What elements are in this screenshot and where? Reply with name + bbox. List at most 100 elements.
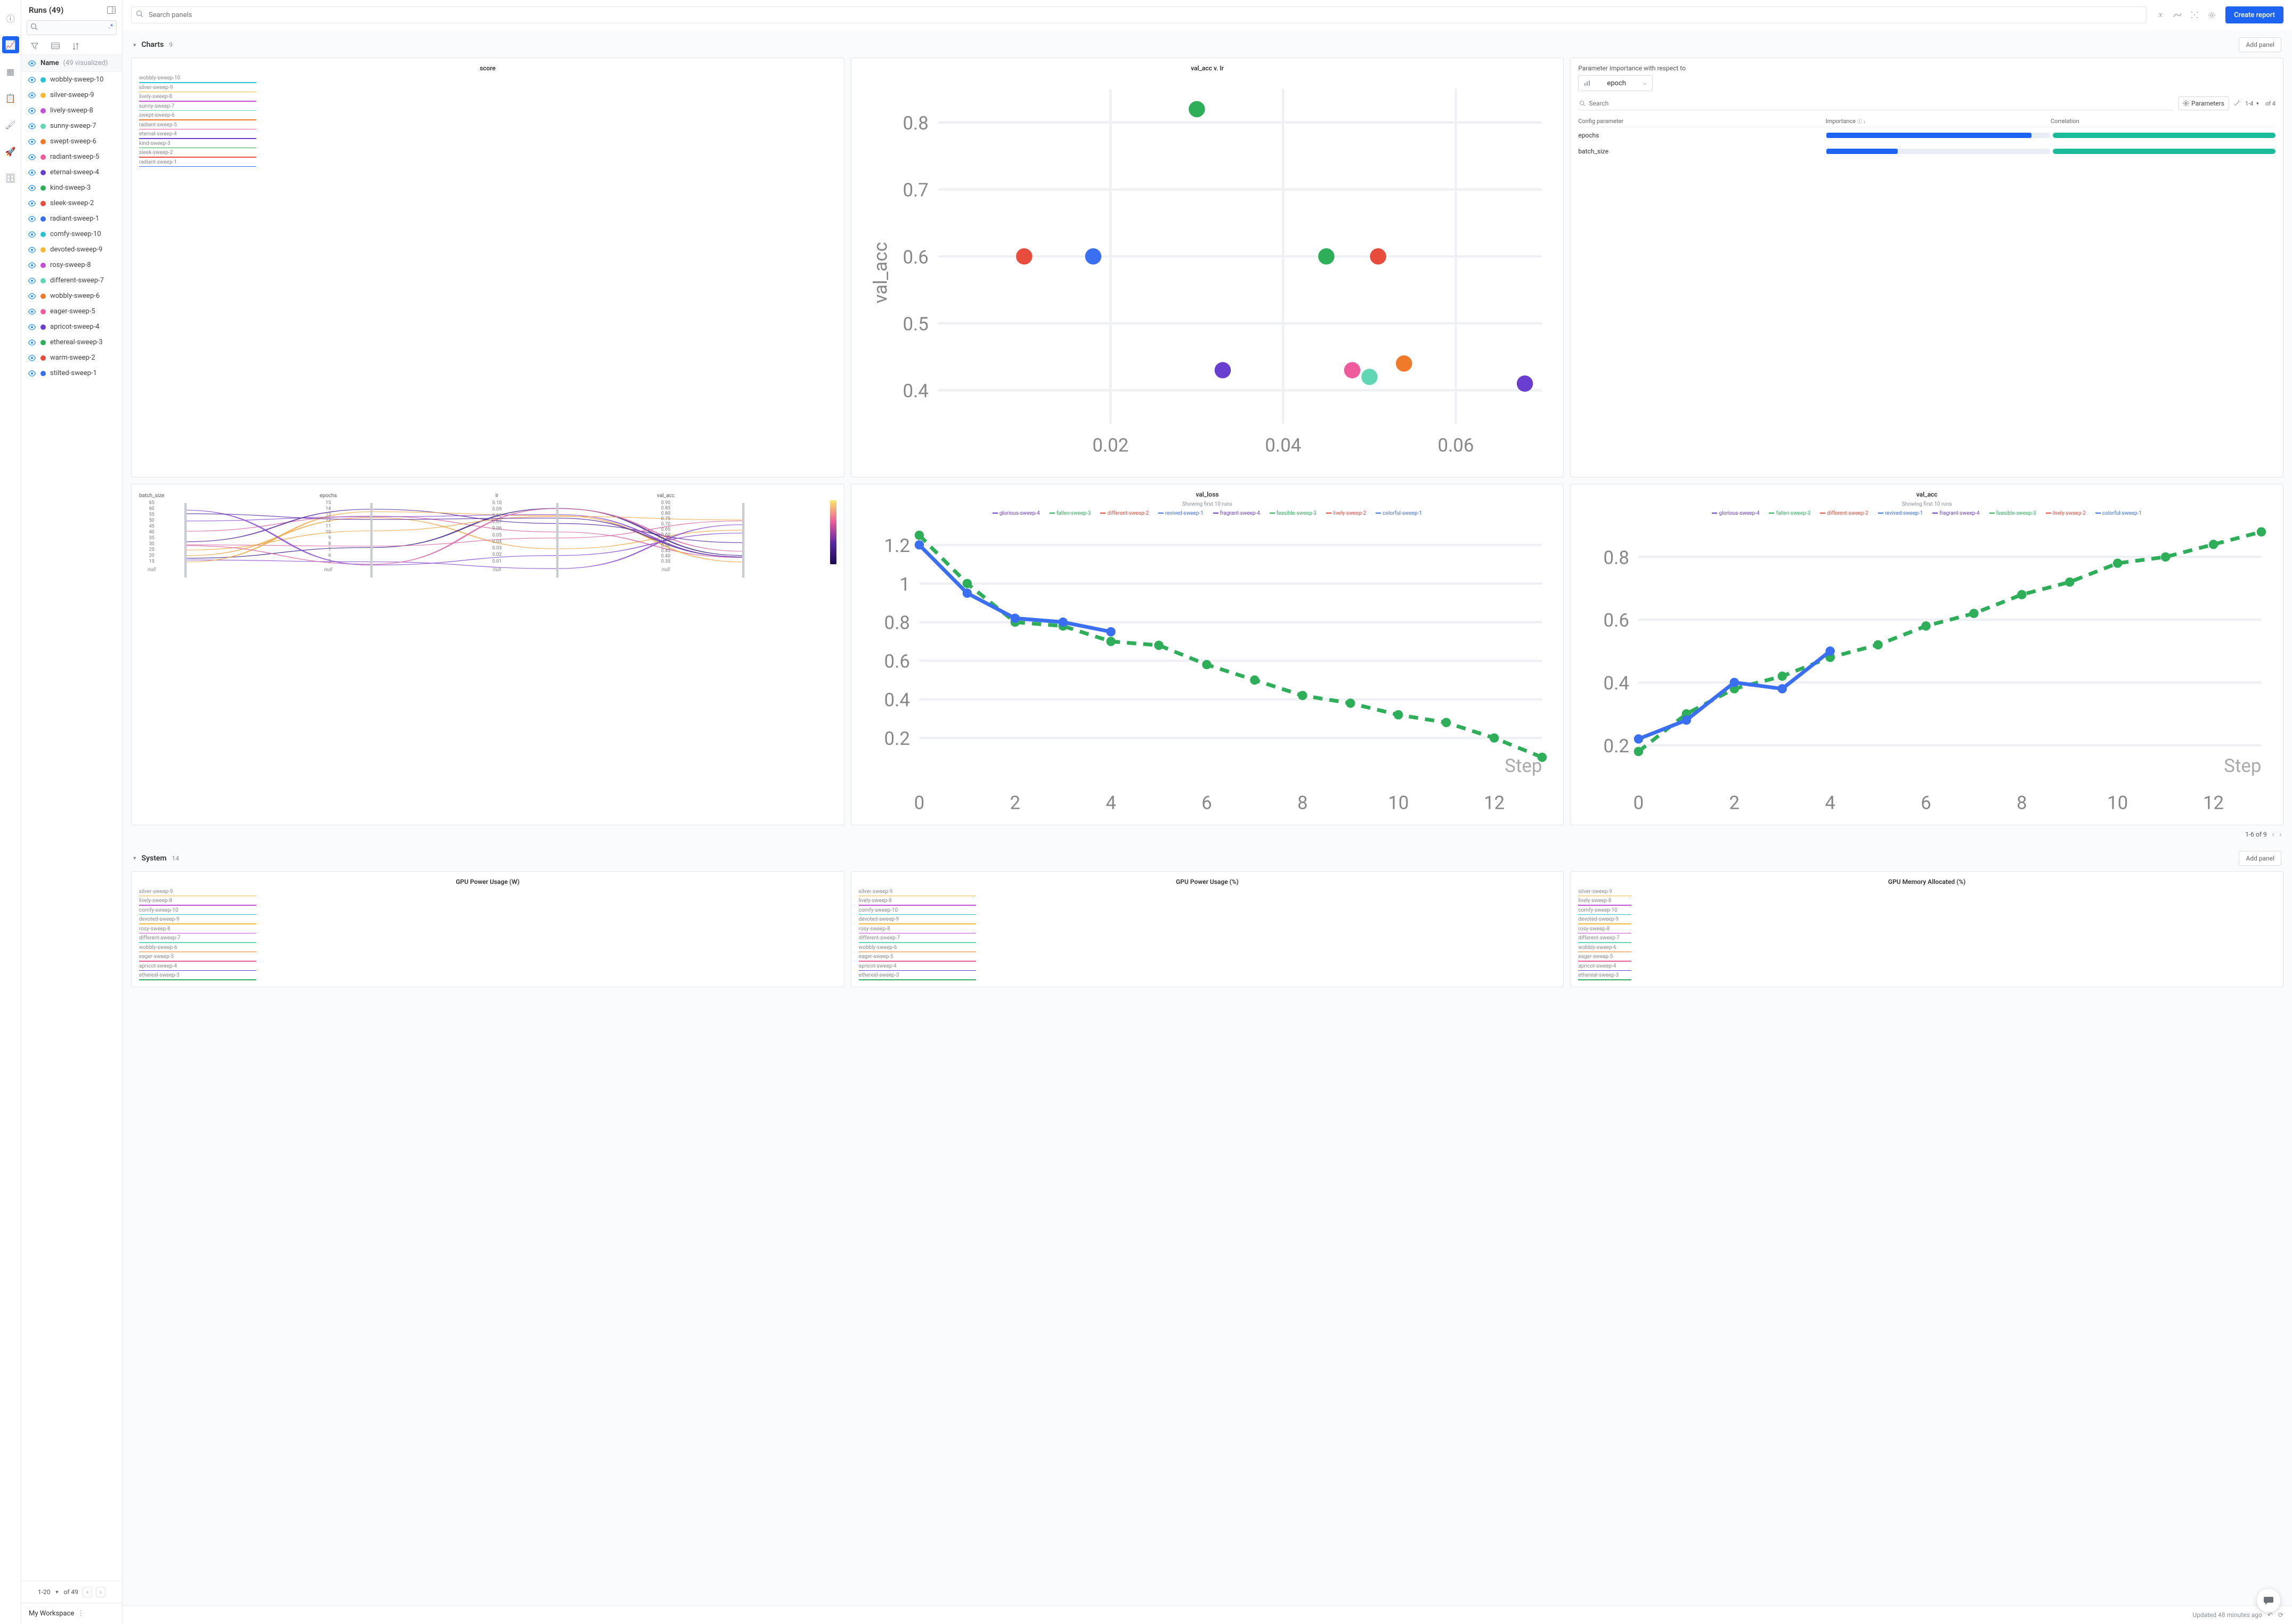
run-row[interactable]: wobbly-sweep-10 [21, 72, 122, 87]
runs-search-input[interactable] [27, 20, 117, 35]
pi-search-input[interactable] [1578, 96, 2174, 110]
visibility-icon[interactable] [28, 355, 36, 361]
panel-param-importance[interactable]: Parameter importance with respect to epo… [1570, 58, 2283, 477]
visibility-icon[interactable] [28, 108, 36, 114]
rocket-icon[interactable]: 🚀 [2, 143, 19, 160]
legend-item: comfy-sweep-10 [139, 907, 836, 915]
sort-icon[interactable] [72, 43, 79, 50]
run-row[interactable]: ethereal-sweep-3 [21, 335, 122, 350]
expand-icon[interactable] [2187, 7, 2202, 22]
svg-text:0.4: 0.4 [903, 380, 928, 402]
visibility-icon[interactable] [28, 308, 36, 315]
legend-item: wobbly-sweep-6 [139, 945, 836, 953]
run-row[interactable]: rosy-sweep-8 [21, 257, 122, 273]
visibility-icon[interactable] [28, 262, 36, 269]
run-row[interactable]: sunny-sweep-7 [21, 118, 122, 134]
visibility-icon[interactable] [28, 92, 36, 99]
run-color-dot [40, 247, 46, 253]
database-icon[interactable]: 🗄 [2, 169, 19, 186]
pager-prev-icon[interactable]: ‹ [2272, 831, 2274, 838]
panel-title: GPU Memory Allocated (%) [1578, 878, 2275, 886]
svg-text:10: 10 [1388, 792, 1409, 814]
filter-icon[interactable] [31, 43, 38, 50]
run-row[interactable]: devoted-sweep-9 [21, 242, 122, 257]
panel-val-loss[interactable]: val_loss Showing first 10 runs glorious-… [851, 484, 1564, 825]
run-row[interactable]: swept-sweep-6 [21, 134, 122, 149]
x-axis-icon[interactable]: x [2153, 7, 2168, 22]
panel-parallel-coords[interactable]: batch_size6560555045403530252015nullepoc… [131, 484, 844, 825]
run-row[interactable]: kind-sweep-3 [21, 180, 122, 196]
charts-pager-label: 1-6 of 9 [2245, 831, 2267, 838]
create-report-button[interactable]: Create report [2225, 6, 2283, 23]
panel-gpu-mem[interactable]: GPU Memory Allocated (%) silver-sweep-9l… [1570, 871, 2283, 987]
pi-parameters-button[interactable]: Parameters [2178, 96, 2229, 110]
add-panel-button[interactable]: Add panel [2239, 37, 2281, 52]
brush-icon[interactable]: 🖌 [2, 116, 19, 133]
panel-gpu-power-w[interactable]: GPU Power Usage (W) silver-sweep-9lively… [131, 871, 844, 987]
run-row[interactable]: comfy-sweep-10 [21, 226, 122, 242]
visibility-icon[interactable] [28, 370, 36, 377]
pager-range[interactable]: 1-20 [38, 1588, 51, 1596]
add-panel-button[interactable]: Add panel [2239, 851, 2281, 866]
panel-search-input[interactable] [131, 6, 2147, 23]
run-row[interactable]: stilted-sweep-1 [21, 366, 122, 381]
run-row[interactable]: apricot-sweep-4 [21, 319, 122, 335]
panel-val-acc[interactable]: val_acc Showing first 10 runs glorious-s… [1570, 484, 2283, 825]
panel-gpu-power-pct[interactable]: GPU Power Usage (%) silver-sweep-9lively… [851, 871, 1564, 987]
refresh-icon[interactable]: ⟳ [2278, 1611, 2283, 1619]
visibility-icon[interactable] [28, 278, 36, 284]
pager-next-icon[interactable]: › [2279, 831, 2281, 838]
info-icon[interactable]: ⓘ [2, 10, 19, 27]
run-row[interactable]: warm-sweep-2 [21, 350, 122, 366]
visibility-icon[interactable] [28, 139, 36, 145]
table-icon[interactable]: ▦ [2, 63, 19, 80]
smoothing-icon[interactable] [2170, 7, 2185, 22]
panel-score[interactable]: score wobbly-sweep-10silver-sweep-9livel… [131, 58, 844, 477]
visibility-icon[interactable] [28, 169, 36, 176]
layout-toggle-icon[interactable] [107, 6, 116, 14]
run-row[interactable]: eternal-sweep-4 [21, 165, 122, 180]
run-row[interactable]: different-sweep-7 [21, 273, 122, 288]
visibility-icon[interactable] [28, 216, 36, 222]
visibility-icon[interactable] [28, 77, 36, 83]
visibility-icon[interactable] [28, 200, 36, 207]
run-row[interactable]: radiant-sweep-5 [21, 149, 122, 165]
val-acc-legend: glorious-sweep-4fallen-sweep-3different-… [1578, 510, 2275, 516]
settings-icon[interactable] [2204, 7, 2219, 22]
visibility-icon[interactable] [28, 231, 36, 238]
pager-next-icon[interactable]: › [96, 1587, 105, 1597]
panel-scatter[interactable]: val_acc v. lr 0.40.50.60.70.80.020.040.0… [851, 58, 1564, 477]
legend-item: sunny-sweep-7 [139, 103, 836, 111]
visibility-icon[interactable] [28, 123, 36, 129]
regex-toggle-icon[interactable]: .* [109, 23, 113, 30]
visibility-icon[interactable] [28, 339, 36, 346]
chart-icon[interactable]: 📈 [2, 36, 19, 53]
visibility-icon[interactable] [28, 154, 36, 160]
wand-icon[interactable] [2233, 100, 2241, 107]
visibility-icon[interactable] [28, 293, 36, 299]
visibility-icon[interactable] [28, 324, 36, 330]
chat-bubble-icon[interactable] [2257, 1589, 2280, 1612]
workspace-menu-icon[interactable]: ⋮ [77, 1610, 84, 1618]
group-icon[interactable] [51, 43, 60, 50]
name-column-header[interactable]: Name (49 visualized) [21, 55, 122, 72]
visibility-all-icon[interactable] [28, 60, 36, 67]
pi-metric-select[interactable]: epoch ⌄ [1578, 75, 1653, 91]
svg-text:0: 0 [914, 792, 924, 814]
undo-icon[interactable]: ↶ [2267, 1611, 2273, 1619]
workspace-label[interactable]: My Workspace [29, 1610, 74, 1618]
visibility-icon[interactable] [28, 185, 36, 191]
run-row[interactable]: sleek-sweep-2 [21, 196, 122, 211]
pi-col-importance[interactable]: Importance ⓘ ↓ [1826, 118, 2051, 125]
run-row[interactable]: eager-sweep-5 [21, 304, 122, 319]
run-row[interactable]: lively-sweep-8 [21, 103, 122, 118]
pager-prev-icon[interactable]: ‹ [83, 1587, 92, 1597]
collapse-icon[interactable]: ▾ [133, 855, 136, 862]
collapse-icon[interactable]: ▾ [133, 42, 136, 48]
run-color-dot [40, 340, 46, 345]
run-row[interactable]: radiant-sweep-1 [21, 211, 122, 226]
run-row[interactable]: wobbly-sweep-6 [21, 288, 122, 304]
clipboard-icon[interactable]: 📋 [2, 90, 19, 107]
run-row[interactable]: silver-sweep-9 [21, 87, 122, 103]
visibility-icon[interactable] [28, 247, 36, 253]
